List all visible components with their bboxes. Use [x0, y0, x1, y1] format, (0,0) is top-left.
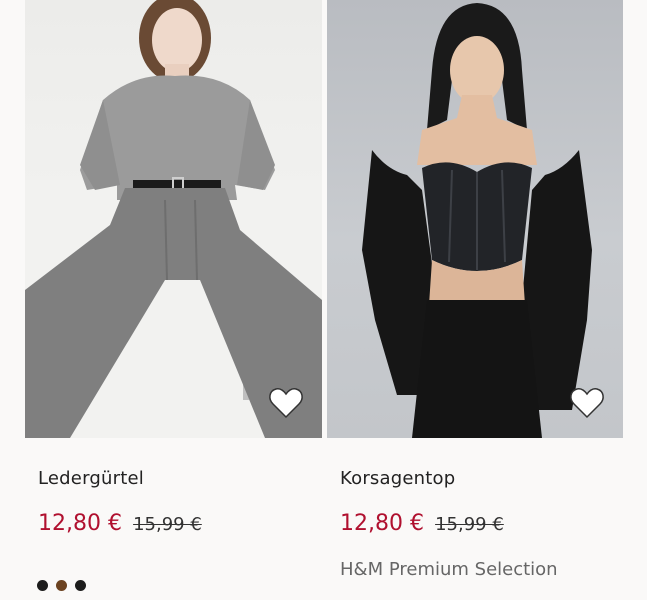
- model-illustration: [25, 0, 322, 438]
- model-illustration: [362, 3, 592, 438]
- sale-price: 12,80 €: [340, 511, 424, 536]
- price-row: 12,80 € 15,99 €: [38, 511, 202, 536]
- brand-label: H&M Premium Selection: [340, 559, 558, 580]
- product-name[interactable]: Ledergürtel: [38, 468, 144, 489]
- product-photo-ledergurtel[interactable]: [25, 0, 322, 438]
- color-swatch[interactable]: [56, 580, 67, 591]
- price-row: 12,80 € 15,99 €: [340, 511, 504, 536]
- sale-price: 12,80 €: [38, 511, 122, 536]
- color-swatches: [37, 580, 86, 591]
- color-swatch[interactable]: [37, 580, 48, 591]
- color-swatch[interactable]: [75, 580, 86, 591]
- product-photo-korsagentop[interactable]: [327, 0, 623, 438]
- heart-icon: [269, 388, 303, 419]
- favorite-button[interactable]: [268, 386, 304, 420]
- favorite-button[interactable]: [569, 386, 605, 420]
- original-price: 15,99 €: [133, 514, 202, 535]
- product-card-korsagentop[interactable]: Korsagentop 12,80 € 15,99 € H&M Premium …: [327, 0, 623, 580]
- product-card-ledergurtel[interactable]: Ledergürtel 12,80 € 15,99 €: [25, 0, 322, 591]
- original-price: 15,99 €: [435, 514, 504, 535]
- heart-icon: [570, 388, 604, 419]
- page-edge: [623, 0, 647, 600]
- product-name[interactable]: Korsagentop: [340, 468, 455, 489]
